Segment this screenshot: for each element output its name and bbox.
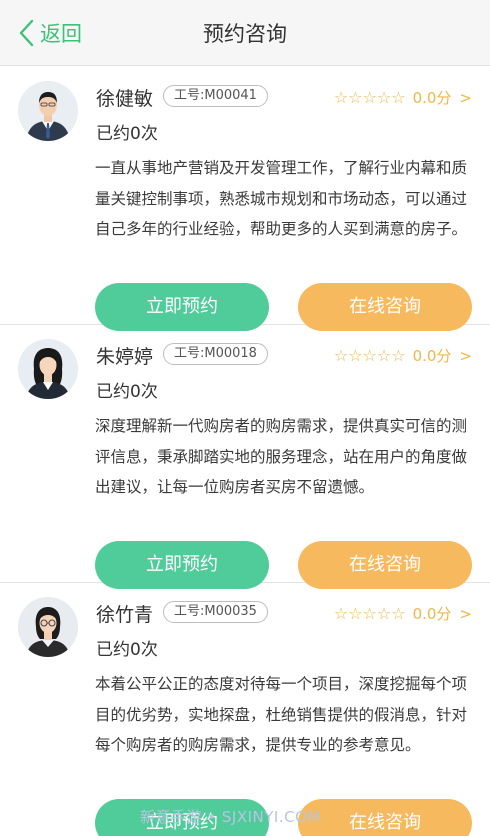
avatar (18, 339, 78, 399)
star-rating-icon: ☆☆☆☆☆ (333, 87, 406, 107)
consultant-description: 深度理解新一代购房者的购房需求，提供真实可信的测评信息，秉承脚踏实地的服务理念，… (95, 417, 468, 496)
consultant-card: 徐健敏 工号:M00041 ☆☆☆☆☆ 0.0分 > 已约0次 一直从事地产营销… (0, 67, 490, 331)
consultant-name: 徐竹青 (96, 604, 154, 626)
rating-link[interactable]: ☆☆☆☆☆ 0.0分 > (334, 345, 472, 366)
booked-count: 已约0次 (96, 640, 158, 660)
booked-count: 已约0次 (96, 124, 158, 144)
rating-score: 0.0分 (412, 89, 452, 107)
top-bar: 返回 预约咨询 (0, 0, 490, 66)
consultant-name: 朱婷婷 (96, 346, 154, 368)
employee-id-badge: 工号:M00035 (163, 601, 268, 623)
chevron-right-icon: > (459, 604, 472, 623)
employee-id-badge: 工号:M00018 (163, 343, 268, 365)
avatar (18, 597, 78, 657)
chevron-right-icon: > (459, 346, 472, 365)
rating-link[interactable]: ☆☆☆☆☆ 0.0分 > (334, 87, 472, 108)
consultant-list: 徐健敏 工号:M00041 ☆☆☆☆☆ 0.0分 > 已约0次 一直从事地产营销… (0, 67, 490, 836)
rating-link[interactable]: ☆☆☆☆☆ 0.0分 > (334, 603, 472, 624)
consultant-name: 徐健敏 (96, 88, 154, 110)
booked-count: 已约0次 (96, 382, 158, 402)
book-now-button[interactable]: 立即预约 (95, 541, 269, 589)
female-glasses-consultant-avatar-icon (18, 597, 78, 657)
page-title: 预约咨询 (203, 22, 287, 46)
consultant-card: 朱婷婷 工号:M00018 ☆☆☆☆☆ 0.0分 > 已约0次 深度理解新一代购… (0, 325, 490, 589)
avatar (18, 81, 78, 141)
employee-id-badge: 工号:M00041 (163, 85, 268, 107)
consultant-description: 本着公平公正的态度对待每一个项目，深度挖掘每个项目的优劣势，实地探盘，杜绝销售提… (95, 675, 468, 754)
chevron-right-icon: > (459, 88, 472, 107)
female-consultant-avatar-icon (18, 339, 78, 399)
rating-score: 0.0分 (412, 605, 452, 623)
star-rating-icon: ☆☆☆☆☆ (333, 345, 406, 365)
online-consult-button[interactable]: 在线咨询 (298, 283, 472, 331)
consultant-description: 一直从事地产营销及开发管理工作，了解行业内幕和质量关键控制事项，熟悉城市规划和市… (95, 159, 468, 238)
male-consultant-avatar-icon (18, 81, 78, 141)
rating-score: 0.0分 (412, 347, 452, 365)
consultant-card: 徐竹青 工号:M00035 ☆☆☆☆☆ 0.0分 > 已约0次 本着公平公正的态… (0, 583, 490, 836)
watermark: 新意手游 • SJXINYI.COM (140, 808, 321, 826)
star-rating-icon: ☆☆☆☆☆ (333, 603, 406, 623)
online-consult-button[interactable]: 在线咨询 (298, 541, 472, 589)
book-now-button[interactable]: 立即预约 (95, 283, 269, 331)
online-consult-button[interactable]: 在线咨询 (298, 799, 472, 836)
